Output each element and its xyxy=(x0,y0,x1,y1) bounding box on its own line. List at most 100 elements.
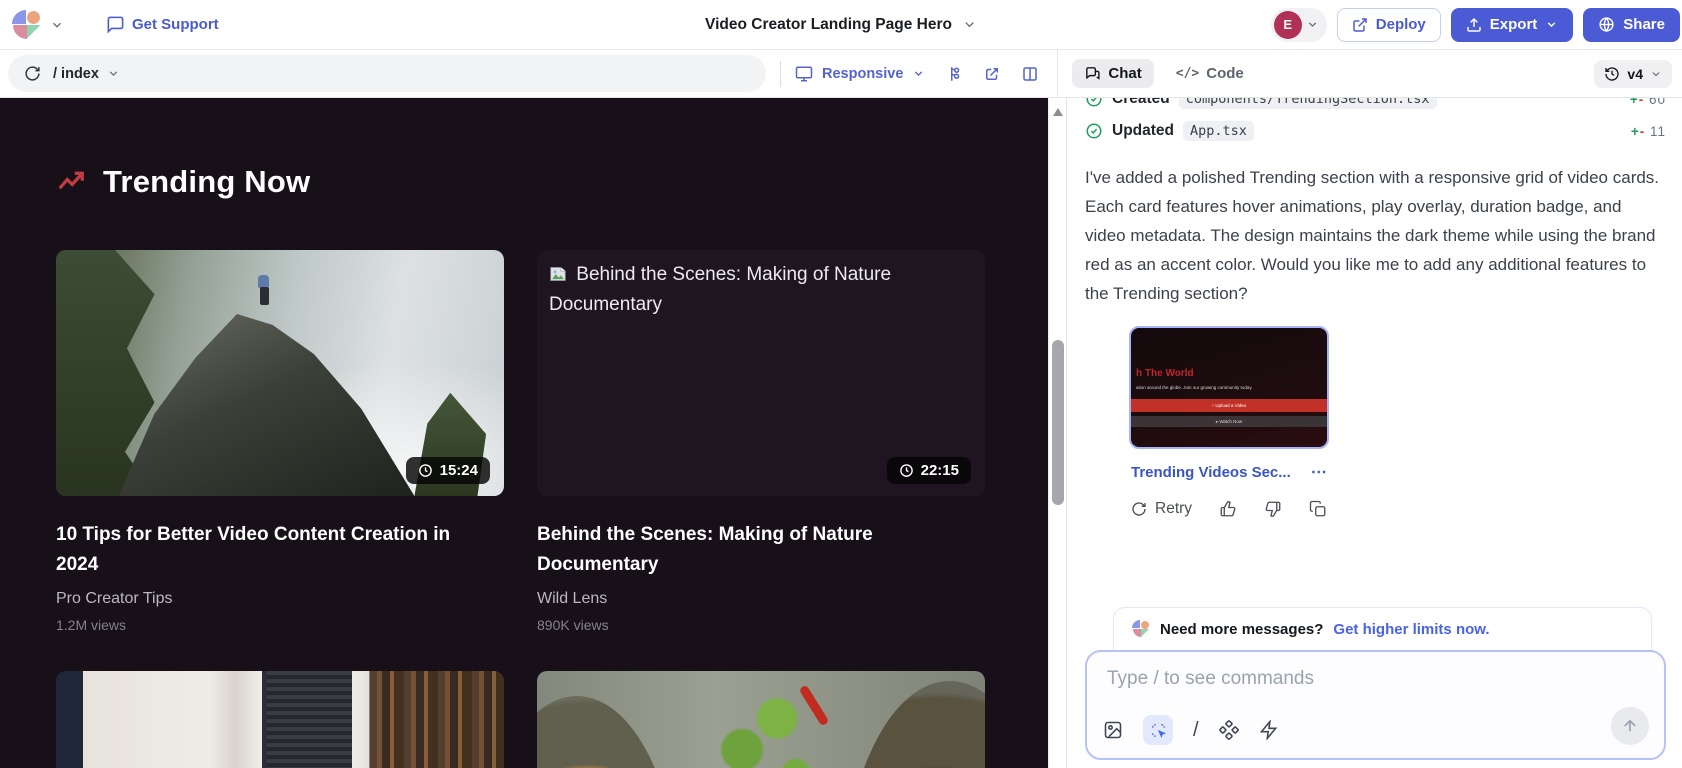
artifact-subtext: ation around the globe. Join our growing… xyxy=(1131,385,1327,390)
thumbs-up-button[interactable] xyxy=(1219,500,1237,518)
chevron-down-icon xyxy=(962,17,977,32)
clock-icon xyxy=(418,463,433,478)
retry-icon xyxy=(1131,501,1147,517)
video-views: 1.2M views xyxy=(56,617,504,633)
video-title: 10 Tips for Better Video Content Creatio… xyxy=(56,520,450,580)
top-bar: Get Support Video Creator Landing Page H… xyxy=(0,0,1682,50)
video-card[interactable]: 15:24 10 Tips for Better Video Content C… xyxy=(56,250,504,633)
share-button[interactable]: Share xyxy=(1583,8,1680,42)
photographer-figure xyxy=(253,275,273,305)
app-logo-icon xyxy=(1132,620,1150,638)
chevron-down-icon xyxy=(912,67,925,80)
address-bar: / index xyxy=(8,55,766,92)
select-element-icon[interactable] xyxy=(1143,715,1173,745)
tab-code-label: Code xyxy=(1206,65,1244,82)
preview-scrollbar[interactable] xyxy=(1048,98,1066,768)
integrations-icon[interactable] xyxy=(1219,720,1239,740)
external-link-icon xyxy=(1352,17,1368,33)
share-label: Share xyxy=(1623,16,1665,33)
limit-banner: Need more messages? Get higher limits no… xyxy=(1113,607,1652,651)
video-thumbnail[interactable] xyxy=(56,671,504,768)
video-card[interactable]: Behind the Scenes: Making of Nature Docu… xyxy=(537,250,985,633)
split-columns-icon[interactable] xyxy=(1021,65,1039,83)
tab-chat-label: Chat xyxy=(1108,65,1141,82)
preview-pane: Trending Now 15:24 10 Tips for Better Vi… xyxy=(0,98,1048,768)
artifact-caption-link[interactable]: Trending Videos Sec... xyxy=(1131,464,1291,481)
duration-badge: 22:15 xyxy=(887,457,971,484)
chevron-down-icon xyxy=(1306,18,1319,31)
broken-image-icon xyxy=(549,266,567,282)
copy-button[interactable] xyxy=(1309,500,1327,518)
app-logo-menu[interactable] xyxy=(12,10,64,40)
get-support-link[interactable]: Get Support xyxy=(106,15,219,34)
file-status-row[interactable]: Updated App.tsx +- 11 xyxy=(1085,121,1666,141)
upload-icon xyxy=(1466,17,1482,33)
version-label: v4 xyxy=(1627,66,1643,82)
retry-button[interactable]: Retry xyxy=(1131,500,1192,518)
limit-text: Need more messages? xyxy=(1160,621,1323,638)
scrollbar-thumb[interactable] xyxy=(1052,340,1064,505)
project-title-menu[interactable]: Video Creator Landing Page Hero xyxy=(705,16,977,34)
scroll-up-arrow[interactable] xyxy=(1053,108,1063,116)
refresh-icon[interactable] xyxy=(24,65,41,82)
generated-preview-thumbnail[interactable]: h The World ation around the globe. Join… xyxy=(1129,326,1329,449)
page-title: Video Creator Landing Page Hero xyxy=(705,16,952,34)
avatar: E xyxy=(1274,11,1302,39)
chat-input-box[interactable]: / xyxy=(1085,650,1666,760)
tab-code[interactable]: </> Code xyxy=(1164,59,1256,88)
chevron-down-icon[interactable] xyxy=(50,18,64,32)
trending-up-icon xyxy=(56,167,86,197)
tab-chat[interactable]: Chat xyxy=(1072,59,1153,88)
components-icon[interactable] xyxy=(945,65,963,83)
check-circle-icon xyxy=(1085,122,1103,140)
artifact-secondary-cta: ▸ Watch Now xyxy=(1131,416,1327,427)
status-action: Created xyxy=(1112,98,1170,108)
assistant-message: I've added a polished Trending section w… xyxy=(1085,163,1660,308)
open-in-new-icon[interactable] xyxy=(983,65,1001,83)
globe-icon xyxy=(1598,16,1615,33)
message-actions: Retry xyxy=(1131,500,1666,518)
duration-badge: 15:24 xyxy=(406,457,490,484)
image-alt-text: Behind the Scenes: Making of Nature Docu… xyxy=(549,264,891,315)
export-button[interactable]: Export xyxy=(1451,8,1574,42)
artifact-primary-cta: ↑ Upload a Video xyxy=(1131,399,1327,412)
file-chip: components/TrendingSection.tsx xyxy=(1179,98,1437,109)
video-thumbnail[interactable] xyxy=(537,671,985,768)
more-options-icon[interactable]: ⋯ xyxy=(1311,462,1328,482)
route-selector[interactable]: / index xyxy=(53,66,120,82)
diff-stats: +- 11 xyxy=(1631,124,1666,139)
slash-command-icon[interactable]: / xyxy=(1193,719,1199,742)
artifact-heading: h The World xyxy=(1131,368,1327,379)
attach-image-icon[interactable] xyxy=(1103,720,1123,740)
trending-section-header: Trending Now xyxy=(56,164,985,200)
deploy-button[interactable]: Deploy xyxy=(1337,8,1441,42)
video-thumbnail[interactable]: 15:24 xyxy=(56,250,504,496)
toolbar: / index Responsive Chat </> Code v4 xyxy=(0,50,1682,98)
video-thumbnail-broken[interactable]: Behind the Scenes: Making of Nature Docu… xyxy=(537,250,985,496)
chat-input[interactable] xyxy=(1107,668,1569,690)
app-logo-icon xyxy=(12,10,42,40)
divider xyxy=(1057,50,1058,98)
version-selector[interactable]: v4 xyxy=(1594,60,1672,88)
divider xyxy=(780,61,781,87)
status-action: Updated xyxy=(1112,122,1174,140)
monitor-icon xyxy=(795,65,813,83)
send-button[interactable] xyxy=(1611,707,1649,745)
code-icon: </> xyxy=(1176,66,1199,81)
responsive-label: Responsive xyxy=(822,66,903,82)
section-title: Trending Now xyxy=(103,164,310,200)
responsive-selector[interactable]: Responsive xyxy=(795,65,925,83)
file-status-row[interactable]: Created components/TrendingSection.tsx +… xyxy=(1085,98,1666,109)
upgrade-link[interactable]: Get higher limits now. xyxy=(1333,621,1489,638)
deploy-label: Deploy xyxy=(1376,16,1426,33)
quick-actions-icon[interactable] xyxy=(1259,720,1279,740)
clock-icon xyxy=(899,463,914,478)
account-menu[interactable]: E xyxy=(1271,8,1327,42)
thumbs-down-button[interactable] xyxy=(1264,500,1282,518)
get-support-label: Get Support xyxy=(132,16,219,33)
check-circle-icon xyxy=(1085,98,1103,108)
chat-pane: Created components/TrendingSection.tsx +… xyxy=(1066,98,1682,768)
export-label: Export xyxy=(1490,16,1538,33)
video-views: 890K views xyxy=(537,617,985,633)
chevron-down-icon xyxy=(107,67,120,80)
